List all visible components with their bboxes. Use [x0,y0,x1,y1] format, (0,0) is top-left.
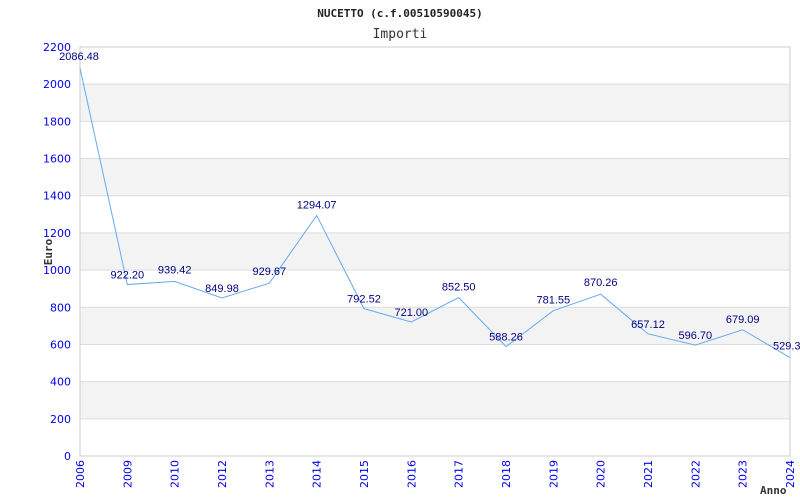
y-tick-label: 800 [50,301,71,314]
x-tick-label: 2016 [405,460,418,488]
data-label: 870.26 [584,277,618,289]
x-tick-label: 2006 [74,460,87,488]
x-axis-label: Anno [760,484,787,497]
x-tick-label: 2017 [453,460,466,488]
x-tick-label: 2012 [216,460,229,488]
data-label: 922.20 [111,270,145,282]
grid-band [80,84,790,122]
data-label: 657.12 [631,319,665,331]
data-label: 939.42 [158,264,192,276]
y-tick-label: 600 [50,338,71,351]
data-label: 596.70 [679,330,713,342]
x-tick-label: 2014 [311,460,324,488]
data-label: 2086.48 [59,51,99,63]
y-tick-label: 200 [50,413,71,426]
grid-band [80,381,790,419]
grid-band [80,158,790,196]
data-label: 529.3 [773,341,800,353]
y-tick-label: 400 [50,376,71,389]
x-tick-label: 2021 [642,460,655,488]
x-tick-label: 2022 [689,460,702,488]
x-tick-label: 2024 [784,460,797,488]
data-label: 781.55 [537,295,571,307]
chart-subtitle: Importi [373,27,428,42]
x-tick-label: 2013 [263,460,276,488]
y-tick-label: 2000 [43,78,71,91]
x-tick-label: 2010 [169,460,182,488]
data-label: 852.50 [442,282,476,294]
y-tick-label: 1400 [43,190,71,203]
x-tick-label: 2020 [595,460,608,488]
data-label: 849.98 [205,283,239,295]
x-tick-label: 2018 [500,460,513,488]
chart-title: NUCETTO (c.f.00510590045) [317,7,483,20]
data-label: 1294.07 [297,199,337,211]
data-label: 792.52 [347,294,381,306]
x-tick-label: 2023 [737,460,750,488]
data-label: 929.67 [253,266,287,278]
x-tick-label: 2009 [121,460,134,488]
y-tick-label: 0 [64,450,71,463]
y-tick-label: 1000 [43,264,71,277]
y-axis-label: Euro [42,238,55,265]
y-tick-label: 1800 [43,115,71,128]
line-chart: NUCETTO (c.f.00510590045) Importi Euro A… [42,7,800,497]
data-label: 588.26 [489,332,523,344]
x-tick-label: 2019 [547,460,560,488]
x-tick-label: 2015 [358,460,371,488]
y-tick-label: 1600 [43,153,71,166]
data-label: 679.09 [726,314,760,326]
data-label: 721.00 [395,307,429,319]
y-tick-label: 1200 [43,227,71,240]
